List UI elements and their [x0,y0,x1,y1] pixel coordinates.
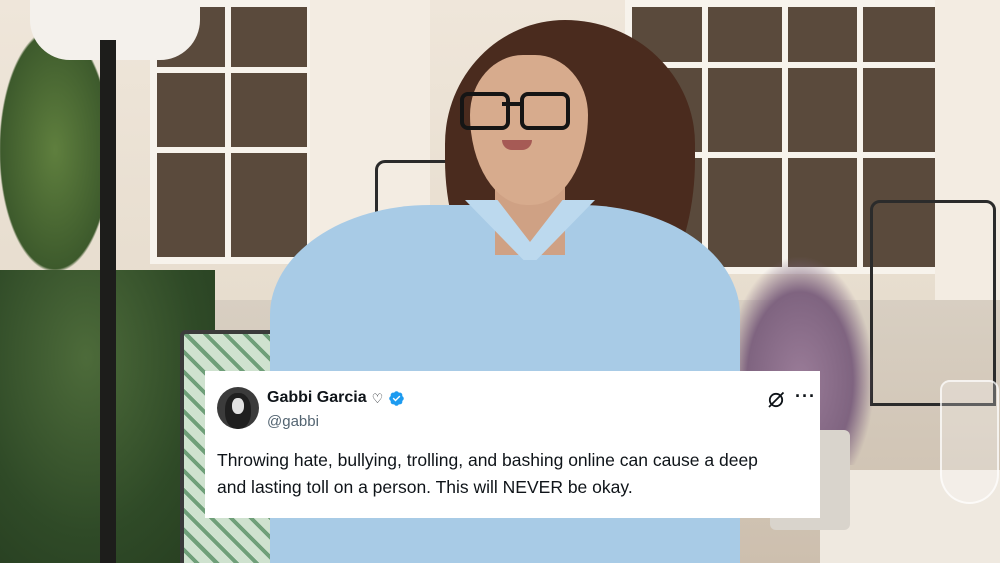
iron-chair [870,200,996,406]
heart-emoji: ♡ [371,390,384,406]
more-options-icon[interactable]: ··· [795,386,816,406]
handle[interactable]: @gabbi [267,413,319,430]
display-name[interactable]: Gabbi Garcia [267,389,367,407]
tweet-text-line: Throwing hate, bullying, trolling, and b… [217,450,758,470]
tweet-text-line: and lasting toll on a person. This will … [217,477,633,497]
avatar[interactable] [217,387,259,429]
eyeglasses [460,88,570,130]
tweet-card[interactable]: Gabbi Garcia ♡ @gabbi ··· Throwing hate,… [205,371,820,518]
verified-badge-icon [388,390,405,407]
grok-icon[interactable] [766,390,786,410]
umbrella-pole [100,40,116,563]
wine-glass [940,380,999,504]
plant [0,30,110,270]
tweet-author-row: Gabbi Garcia ♡ [267,389,405,407]
tweet-text: Throwing hate, bullying, trolling, and b… [217,447,807,501]
